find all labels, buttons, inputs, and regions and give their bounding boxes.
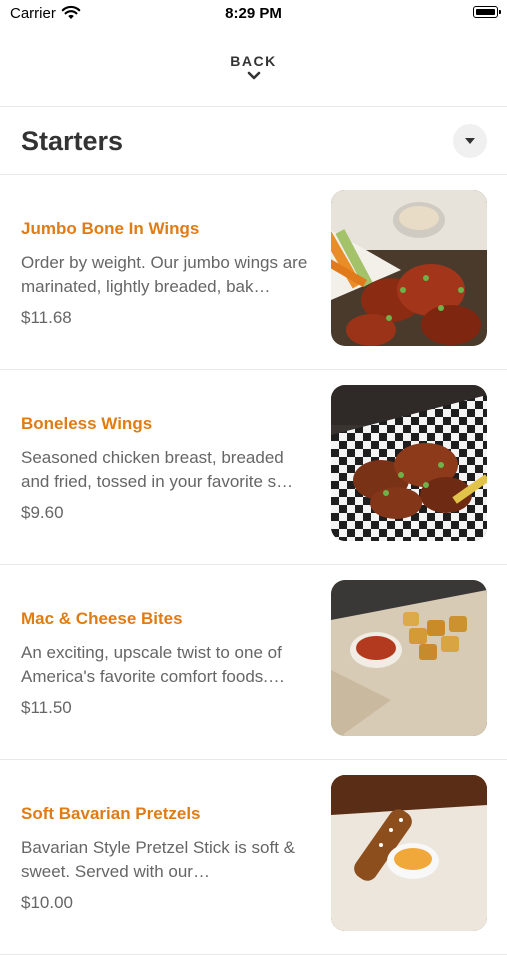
menu-item-list: Jumbo Bone In Wings Order by weight. Our…: [0, 175, 507, 955]
section-title: Starters: [21, 126, 124, 156]
item-name: Jumbo Bone In Wings: [21, 219, 200, 238]
boneless-wings-photo[interactable]: [331, 385, 487, 541]
back-button[interactable]: BACK: [0, 48, 507, 98]
section-collapse-button[interactable]: [453, 124, 487, 158]
item-description: An exciting, upscale twist to one of Ame…: [21, 643, 285, 686]
chevron-down-icon: [247, 71, 260, 80]
section-header: Starters: [0, 108, 507, 174]
menu-item[interactable]: Mac & Cheese Bites An exciting, upscale …: [0, 565, 507, 760]
pretzel-photo[interactable]: [331, 775, 487, 931]
item-price: $11.68: [21, 308, 72, 327]
status-bar: Carrier 8:29 PM: [0, 0, 507, 30]
item-name: Soft Bavarian Pretzels: [21, 804, 201, 823]
clock: 8:29 PM: [225, 5, 282, 22]
item-description: Order by weight. Our jumbo wings are mar…: [21, 253, 308, 296]
battery-icon: [473, 6, 501, 18]
item-price: $9.60: [21, 503, 64, 522]
item-name: Boneless Wings: [21, 414, 153, 433]
wings-photo[interactable]: [331, 190, 487, 346]
item-description: Bavarian Style Pretzel Stick is soft & s…: [21, 838, 295, 881]
item-description: Seasoned chicken breast, breaded and fri…: [21, 448, 294, 491]
header-divider: [0, 106, 507, 107]
back-label: BACK: [230, 53, 277, 69]
item-name: Mac & Cheese Bites: [21, 609, 183, 628]
item-price: $11.50: [21, 698, 72, 717]
caret-down-icon: [465, 138, 475, 144]
menu-item[interactable]: Soft Bavarian Pretzels Bavarian Style Pr…: [0, 760, 507, 955]
menu-item[interactable]: Jumbo Bone In Wings Order by weight. Our…: [0, 175, 507, 370]
mac-cheese-bites-photo[interactable]: [331, 580, 487, 736]
menu-item[interactable]: Boneless Wings Seasoned chicken breast, …: [0, 370, 507, 565]
item-price: $10.00: [21, 893, 73, 912]
